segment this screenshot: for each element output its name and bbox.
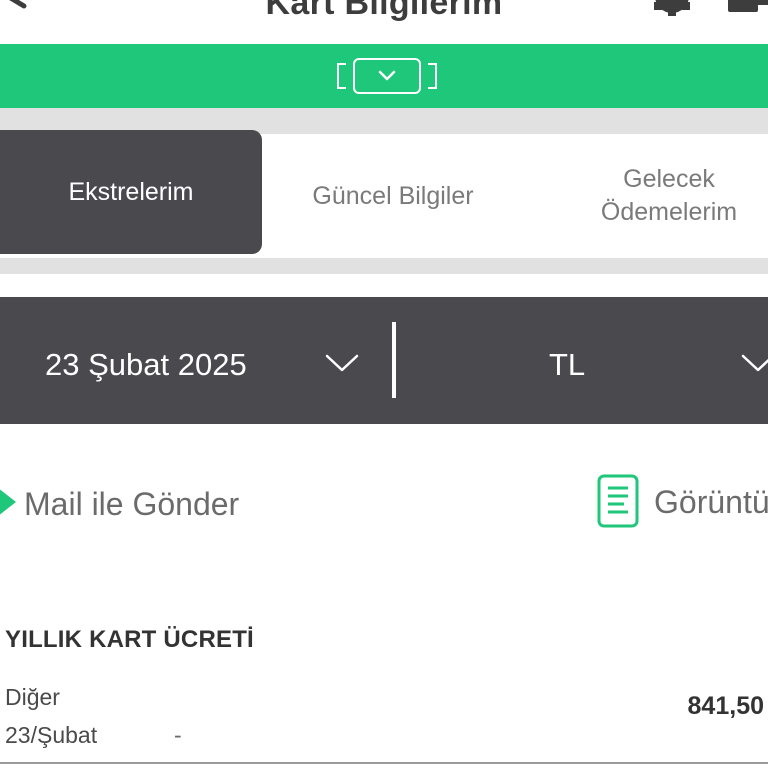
currency-select[interactable]: TL — [396, 297, 768, 424]
tab-guncel-bilgiler[interactable]: Güncel Bilgiler — [262, 134, 524, 258]
send-arrow-icon — [0, 489, 16, 515]
tab-ekstrelerim[interactable]: Ekstrelerim — [0, 130, 262, 254]
tab-bar: Ekstrelerim Güncel Bilgiler Gelecek Ödem… — [0, 130, 768, 258]
transaction-description: Diğer — [5, 684, 60, 710]
logout-icon[interactable] — [726, 0, 768, 14]
document-icon — [597, 474, 639, 528]
collapse-toggle[interactable] — [334, 58, 440, 94]
tab-label: Ekstrelerim — [68, 177, 194, 206]
transaction-amount: 841,50 — [687, 692, 764, 720]
transaction-row[interactable]: Diğer 23/Şubat - 841,50 — [0, 676, 768, 764]
filter-bar: 23 Şubat 2025 TL — [0, 297, 768, 424]
transaction-date: 23/Şubat — [5, 722, 98, 748]
tabs-container: Ekstrelerim Güncel Bilgiler Gelecek Ödem… — [0, 108, 768, 274]
tab-label: Gelecek Ödemelerim — [600, 165, 738, 226]
statement-date-select[interactable]: 23 Şubat 2025 — [0, 297, 394, 424]
tab-label: Güncel Bilgiler — [312, 181, 474, 210]
chevron-down-icon — [741, 354, 768, 372]
green-banner — [0, 44, 768, 108]
row-divider — [0, 762, 768, 764]
tab-gelecek-odemelerim[interactable]: Gelecek Ödemelerim — [524, 134, 768, 258]
transaction-installment: - — [174, 722, 182, 748]
view-statement-button[interactable]: Görüntüle — [594, 472, 768, 532]
chevron-down-icon — [325, 354, 359, 372]
header: Kart Bilgilerim — [0, 0, 768, 44]
statement-date-value: 23 Şubat 2025 — [45, 347, 247, 382]
send-mail-label: Mail ile Gönder — [24, 486, 240, 522]
chevron-down-icon — [378, 70, 396, 81]
section-title: YILLIK KART ÜCRETİ — [5, 626, 254, 653]
view-statement-label: Görüntüle — [654, 484, 768, 520]
send-mail-button[interactable]: Mail ile Gönder — [0, 474, 290, 530]
gear-icon[interactable] — [650, 0, 694, 18]
currency-value: TL — [549, 347, 586, 382]
